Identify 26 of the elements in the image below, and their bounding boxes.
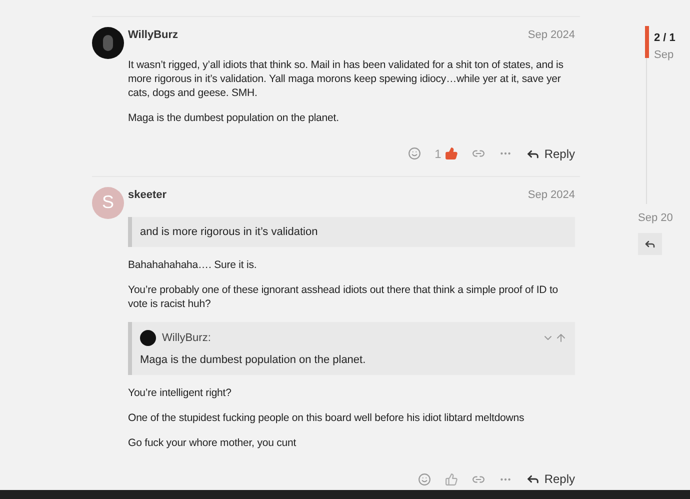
thumbs-up-icon xyxy=(445,147,458,160)
author-name[interactable]: WillyBurz xyxy=(128,27,178,44)
post-paragraph: Go fuck your whore mother, you cunt xyxy=(128,436,298,450)
quote-text: and is more rigorous in it’s validation xyxy=(140,225,319,239)
emoji-icon[interactable] xyxy=(408,147,421,160)
post-paragraph: It wasn’t rigged, y’all idiots that think so. Mail in has been validated for a shit ton of states, and is more rigorous in it’s validation. Yall maga morons keep spewing idiocy…while yer at it, save yer cats, dogs and geese. SMH. xyxy=(128,58,564,100)
timeline-handle[interactable] xyxy=(645,26,649,58)
post-paragraph: One of the stupidest fucking people on this board well before his idiot libtard meltdowns xyxy=(128,410,526,424)
quote-author[interactable]: WillyBurz: xyxy=(162,330,211,346)
author-name[interactable]: skeeter xyxy=(128,186,167,203)
reply-button[interactable]: Reply xyxy=(526,470,575,488)
post-paragraph: Bahahahahaha…. Sure it is. xyxy=(128,258,258,272)
post-paragraph: You’re probably one of these ignorant asshead idiots out there that think a simple proof of ID to vote is racist huh? xyxy=(128,283,560,311)
timeline-date: Sep xyxy=(654,48,675,62)
reply-button[interactable] xyxy=(638,232,662,254)
post-paragraph: Maga is the dumbest population on the planet. xyxy=(128,110,340,124)
emoji-icon[interactable] xyxy=(418,472,432,486)
avatar-image xyxy=(140,330,156,346)
avatar-image[interactable] xyxy=(92,27,124,59)
quote-text: Maga is the dumbest population on the planet. xyxy=(140,352,367,366)
post-paragraph: You’re intelligent right? xyxy=(128,386,232,400)
go-to-post-icon[interactable] xyxy=(555,332,567,344)
reply-button[interactable]: Reply xyxy=(526,144,575,162)
like-button[interactable] xyxy=(445,472,458,486)
timeline-position: 2 / 1 xyxy=(654,31,676,46)
thumbs-up-icon xyxy=(445,472,458,486)
